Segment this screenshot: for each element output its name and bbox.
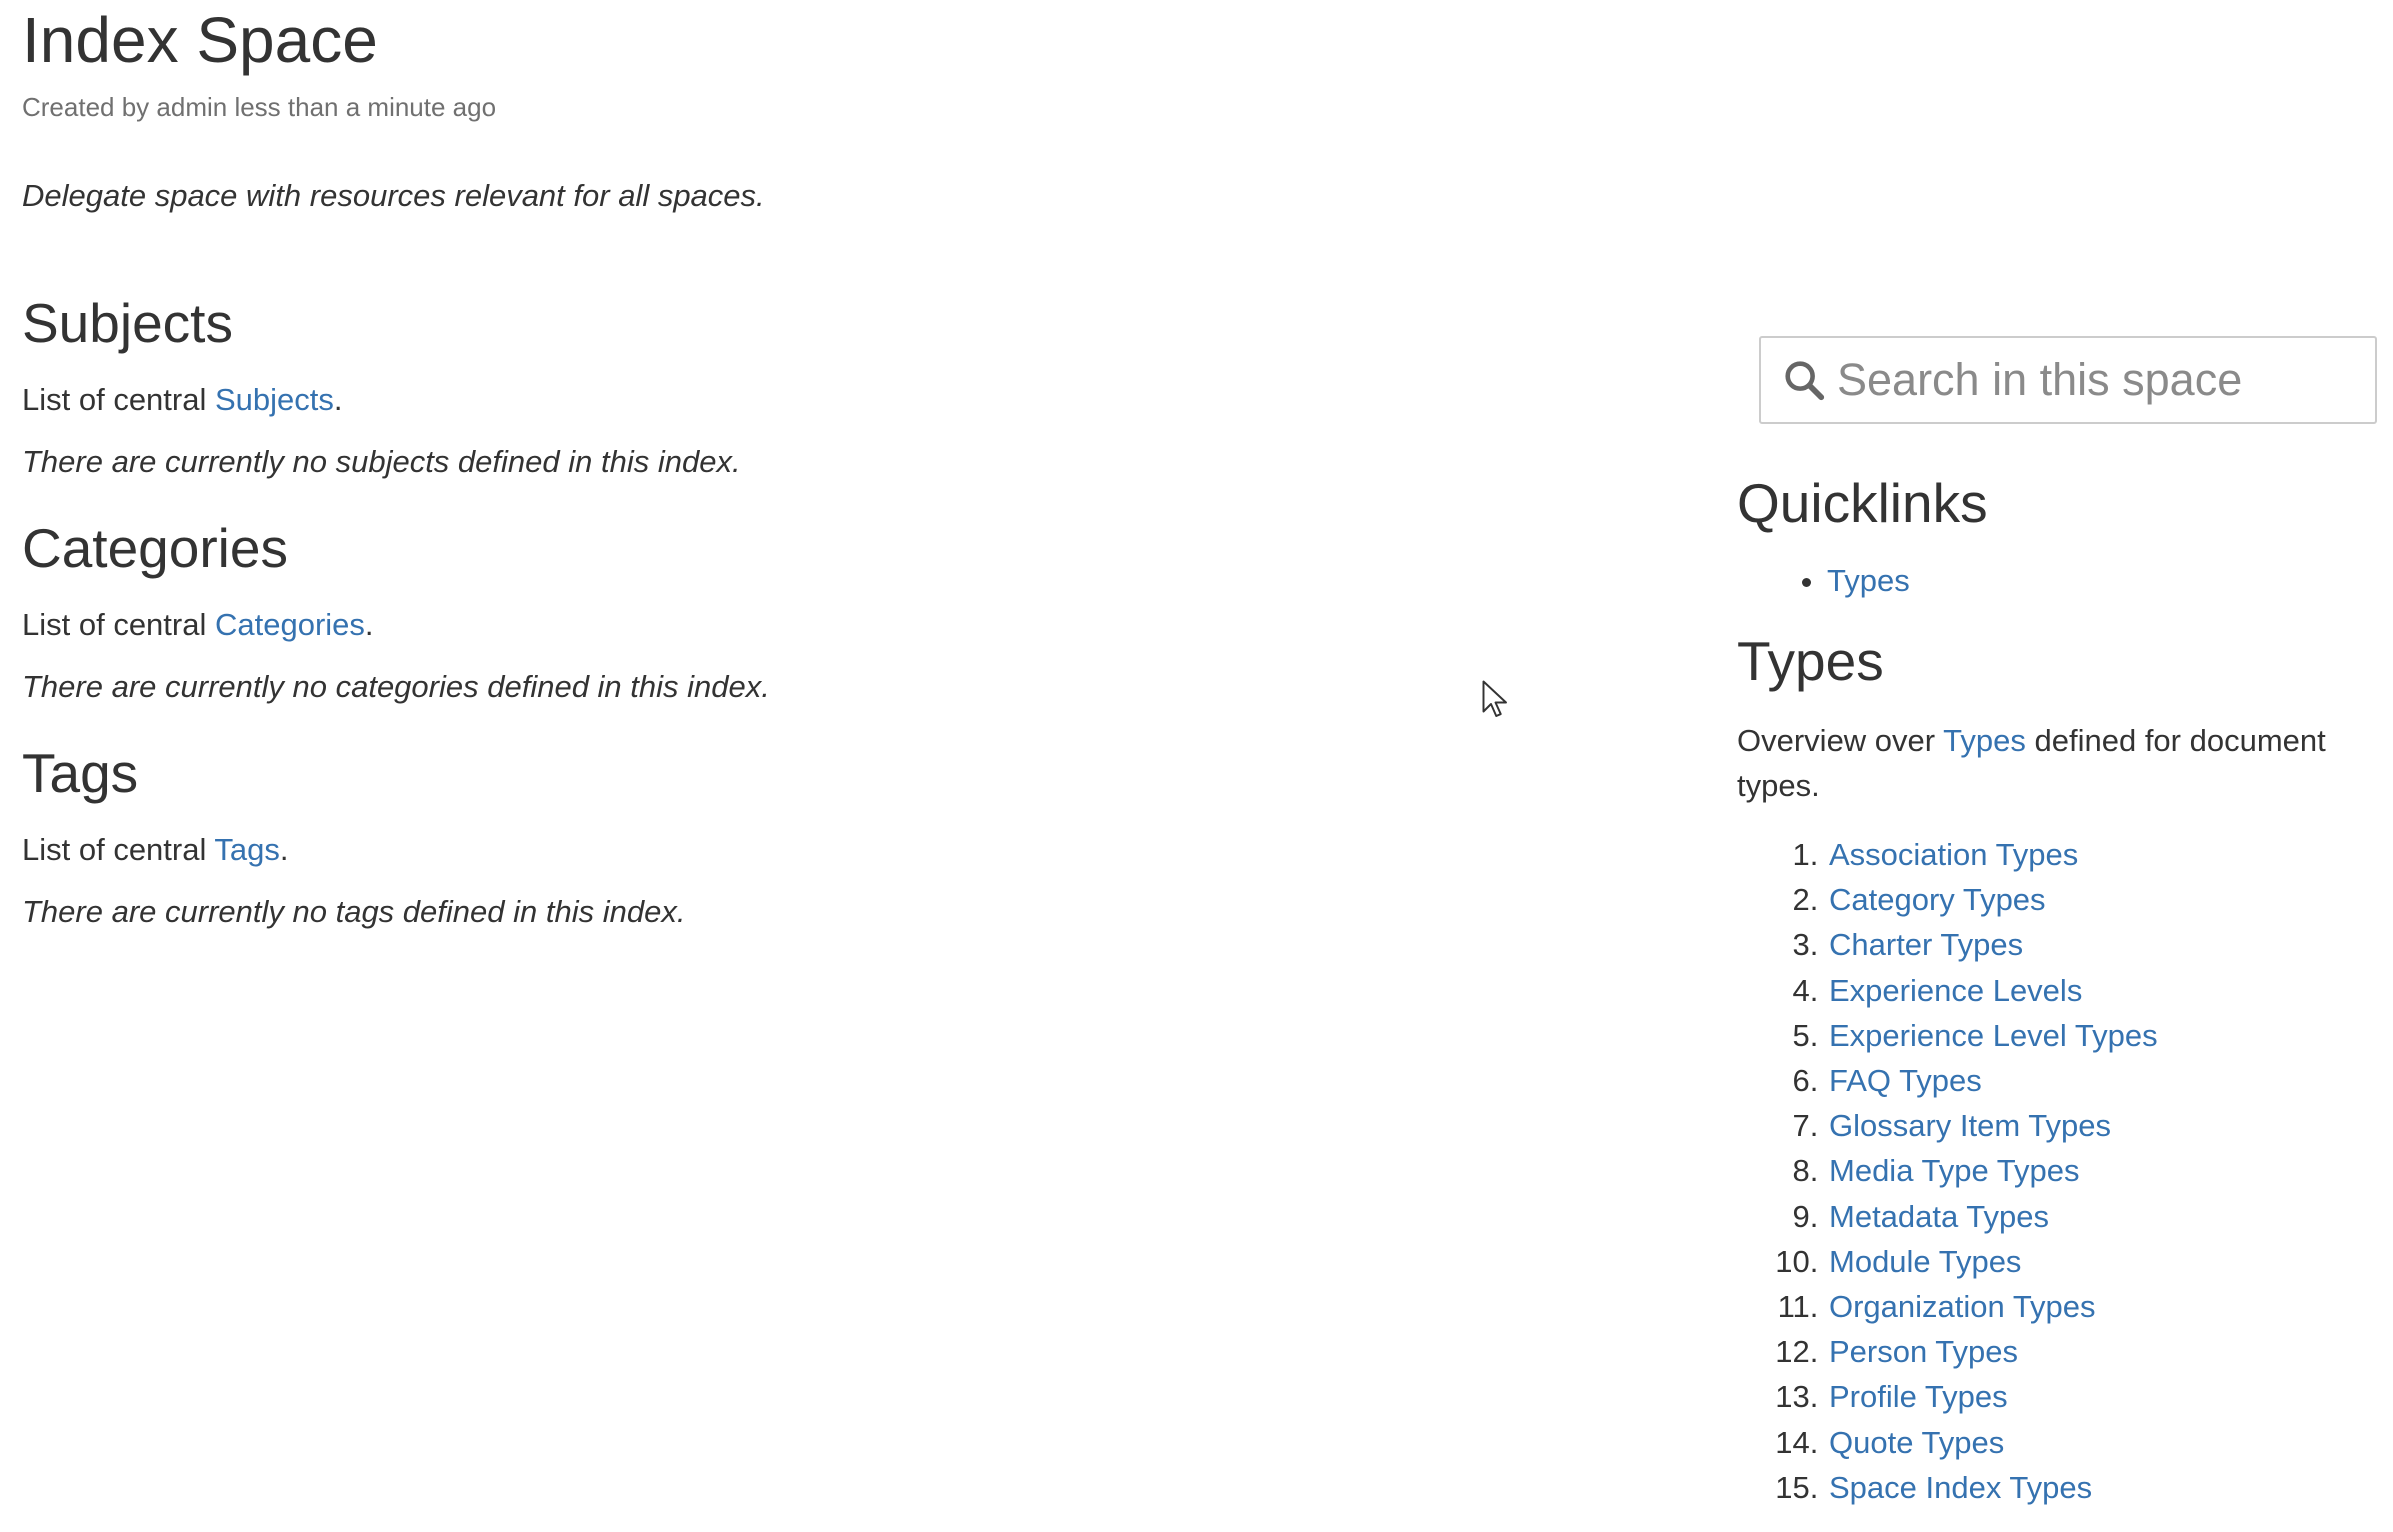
type-link-organization-types[interactable]: Organization Types: [1829, 1289, 2096, 1324]
section-categories: Categories List of central Categories. T…: [22, 515, 1422, 705]
categories-heading: Categories: [22, 517, 288, 579]
types-list-item: Media Type Types: [1827, 1148, 2158, 1193]
types-list-item: Person Types: [1827, 1329, 2158, 1374]
section-subjects: Subjects List of central Subjects. There…: [22, 290, 1422, 480]
types-list: Association Types Category Types Charter…: [1737, 832, 2158, 1510]
type-link-experience-levels[interactable]: Experience Levels: [1829, 973, 2082, 1008]
subjects-link[interactable]: Subjects: [215, 382, 334, 417]
types-description: Overview over Types defined for document…: [1737, 718, 2357, 808]
categories-empty-message: There are currently no categories define…: [22, 669, 770, 704]
categories-description: List of central Categories.: [22, 607, 1422, 643]
categories-link[interactable]: Categories: [215, 607, 365, 642]
types-list-item: Charter Types: [1827, 922, 2158, 967]
search-icon: [1785, 361, 1825, 401]
tags-empty-message: There are currently no tags defined in t…: [22, 894, 686, 929]
type-link-media-type-types[interactable]: Media Type Types: [1829, 1153, 2079, 1188]
tags-link[interactable]: Tags: [214, 832, 279, 867]
subjects-heading: Subjects: [22, 292, 233, 354]
subjects-desc-prefix: List of central: [22, 382, 215, 417]
tags-description: List of central Tags.: [22, 832, 1422, 868]
tags-heading: Tags: [22, 742, 139, 804]
categories-desc-suffix: .: [364, 607, 374, 642]
type-link-quote-types[interactable]: Quote Types: [1829, 1425, 2004, 1460]
types-desc-link[interactable]: Types: [1943, 723, 2026, 758]
page-byline: Created by admin less than a minute ago: [22, 92, 497, 122]
types-list-item: Experience Levels: [1827, 968, 2158, 1013]
page-title: Index Space: [22, 4, 378, 76]
types-list-item: Association Types: [1827, 832, 2158, 877]
search-input[interactable]: [1837, 354, 2357, 406]
types-list-item: Profile Types: [1827, 1374, 2158, 1419]
section-tags: Tags List of central Tags. There are cur…: [22, 740, 1422, 930]
search-box[interactable]: [1759, 336, 2377, 424]
types-list-item: Module Types: [1827, 1239, 2158, 1284]
subjects-description: List of central Subjects.: [22, 382, 1422, 418]
types-list-item: Space Index Types: [1827, 1465, 2158, 1510]
type-link-profile-types[interactable]: Profile Types: [1829, 1379, 2008, 1414]
type-link-faq-types[interactable]: FAQ Types: [1829, 1063, 1982, 1098]
type-link-metadata-types[interactable]: Metadata Types: [1829, 1199, 2049, 1234]
tags-desc-suffix: .: [279, 832, 289, 867]
types-desc-prefix: Overview over: [1737, 723, 1944, 758]
type-link-space-index-types[interactable]: Space Index Types: [1829, 1470, 2092, 1505]
space-description: Delegate space with resources relevant f…: [22, 178, 765, 213]
types-list-item: Experience Level Types: [1827, 1013, 2158, 1058]
quicklink-item: Types: [1827, 563, 1910, 599]
types-list-item: FAQ Types: [1827, 1058, 2158, 1103]
type-link-glossary-item-types[interactable]: Glossary Item Types: [1829, 1108, 2111, 1143]
quicklink-types[interactable]: Types: [1827, 563, 1910, 598]
page: Index Space Created by admin less than a…: [0, 0, 2393, 1532]
types-heading: Types: [1737, 630, 1884, 692]
types-list-item: Category Types: [1827, 877, 2158, 922]
quicklinks-list: Types: [1737, 563, 1910, 599]
types-list-item: Organization Types: [1827, 1284, 2158, 1329]
types-list-item: Metadata Types: [1827, 1194, 2158, 1239]
type-link-person-types[interactable]: Person Types: [1829, 1334, 2018, 1369]
subjects-empty-message: There are currently no subjects defined …: [22, 444, 741, 479]
categories-desc-prefix: List of central: [22, 607, 215, 642]
type-link-experience-level-types[interactable]: Experience Level Types: [1829, 1018, 2158, 1053]
type-link-charter-types[interactable]: Charter Types: [1829, 927, 2023, 962]
type-link-category-types[interactable]: Category Types: [1829, 882, 2046, 917]
type-link-module-types[interactable]: Module Types: [1829, 1244, 2021, 1279]
types-list-item: Quote Types: [1827, 1420, 2158, 1465]
mouse-cursor-icon: [1482, 680, 1507, 717]
type-link-association-types[interactable]: Association Types: [1829, 837, 2078, 872]
tags-desc-prefix: List of central: [22, 832, 215, 867]
subjects-desc-suffix: .: [333, 382, 343, 417]
quicklinks-heading: Quicklinks: [1737, 472, 1988, 534]
types-list-item: Glossary Item Types: [1827, 1103, 2158, 1148]
